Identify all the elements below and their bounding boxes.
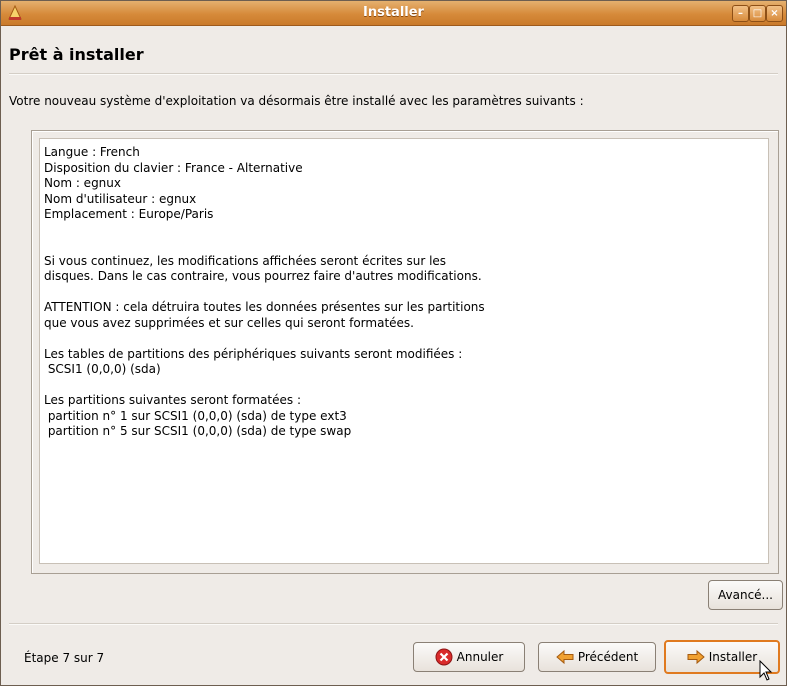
summary-line: partition n° 1 sur SCSI1 (0,0,0) (sda) d… bbox=[44, 408, 347, 423]
window-title: Installer bbox=[363, 5, 424, 20]
divider bbox=[9, 623, 778, 625]
summary-line: disques. Dans le cas contraire, vous pou… bbox=[44, 269, 482, 283]
summary-line bbox=[44, 378, 768, 394]
arrow-right-icon bbox=[687, 649, 705, 665]
summary-line: ATTENTION : cela détruira toutes les don… bbox=[44, 300, 485, 314]
summary-line: Emplacement : Europe/Paris bbox=[44, 207, 214, 221]
summary-line: Les tables de partitions des périphériqu… bbox=[44, 346, 463, 361]
mouse-cursor-icon bbox=[759, 660, 773, 681]
cancel-icon bbox=[435, 648, 453, 666]
summary-line bbox=[44, 331, 768, 347]
summary-line: Disposition du clavier : France - Altern… bbox=[44, 160, 303, 175]
summary-line bbox=[44, 223, 768, 239]
divider bbox=[9, 73, 778, 75]
summary-line: partition n° 5 sur SCSI1 (0,0,0) (sda) d… bbox=[44, 424, 352, 438]
step-indicator: Étape 7 sur 7 bbox=[24, 651, 105, 665]
advanced-button-label: Avancé... bbox=[718, 588, 773, 602]
summary-line: Langue : French bbox=[44, 145, 140, 159]
cancel-button[interactable]: Annuler bbox=[413, 642, 525, 672]
summary-line: Nom d'utilisateur : egnux bbox=[44, 191, 197, 206]
summary-frame: Langue : French Disposition du clavier : … bbox=[31, 130, 779, 574]
minimize-icon[interactable]: – bbox=[732, 5, 749, 22]
summary-line bbox=[44, 285, 768, 301]
summary-line bbox=[44, 238, 768, 254]
summary-line: que vous avez supprimées et sur celles q… bbox=[44, 315, 414, 330]
arrow-left-icon bbox=[556, 649, 574, 665]
advanced-button[interactable]: Avancé... bbox=[708, 580, 783, 610]
installer-window: Installer – □ × Prêt à installer Votre n… bbox=[0, 0, 787, 686]
summary-line: Nom : egnux bbox=[44, 176, 121, 190]
intro-text: Votre nouveau système d'exploitation va … bbox=[9, 94, 584, 108]
cancel-button-label: Annuler bbox=[456, 650, 504, 664]
summary-text-area[interactable]: Langue : French Disposition du clavier : … bbox=[39, 138, 769, 564]
summary-line: Les partitions suivantes seront formatée… bbox=[44, 393, 302, 407]
back-button[interactable]: Précédent bbox=[538, 642, 656, 672]
close-icon[interactable]: × bbox=[766, 5, 783, 22]
install-button-label: Installer bbox=[708, 650, 758, 664]
maximize-icon[interactable]: □ bbox=[749, 5, 766, 22]
summary-line: SCSI1 (0,0,0) (sda) bbox=[44, 362, 161, 376]
title-bar[interactable]: Installer – □ × bbox=[1, 1, 786, 26]
back-button-label: Précédent bbox=[577, 650, 639, 664]
summary-line: Si vous continuez, les modifications aff… bbox=[44, 253, 447, 268]
page-title: Prêt à installer bbox=[9, 45, 144, 64]
